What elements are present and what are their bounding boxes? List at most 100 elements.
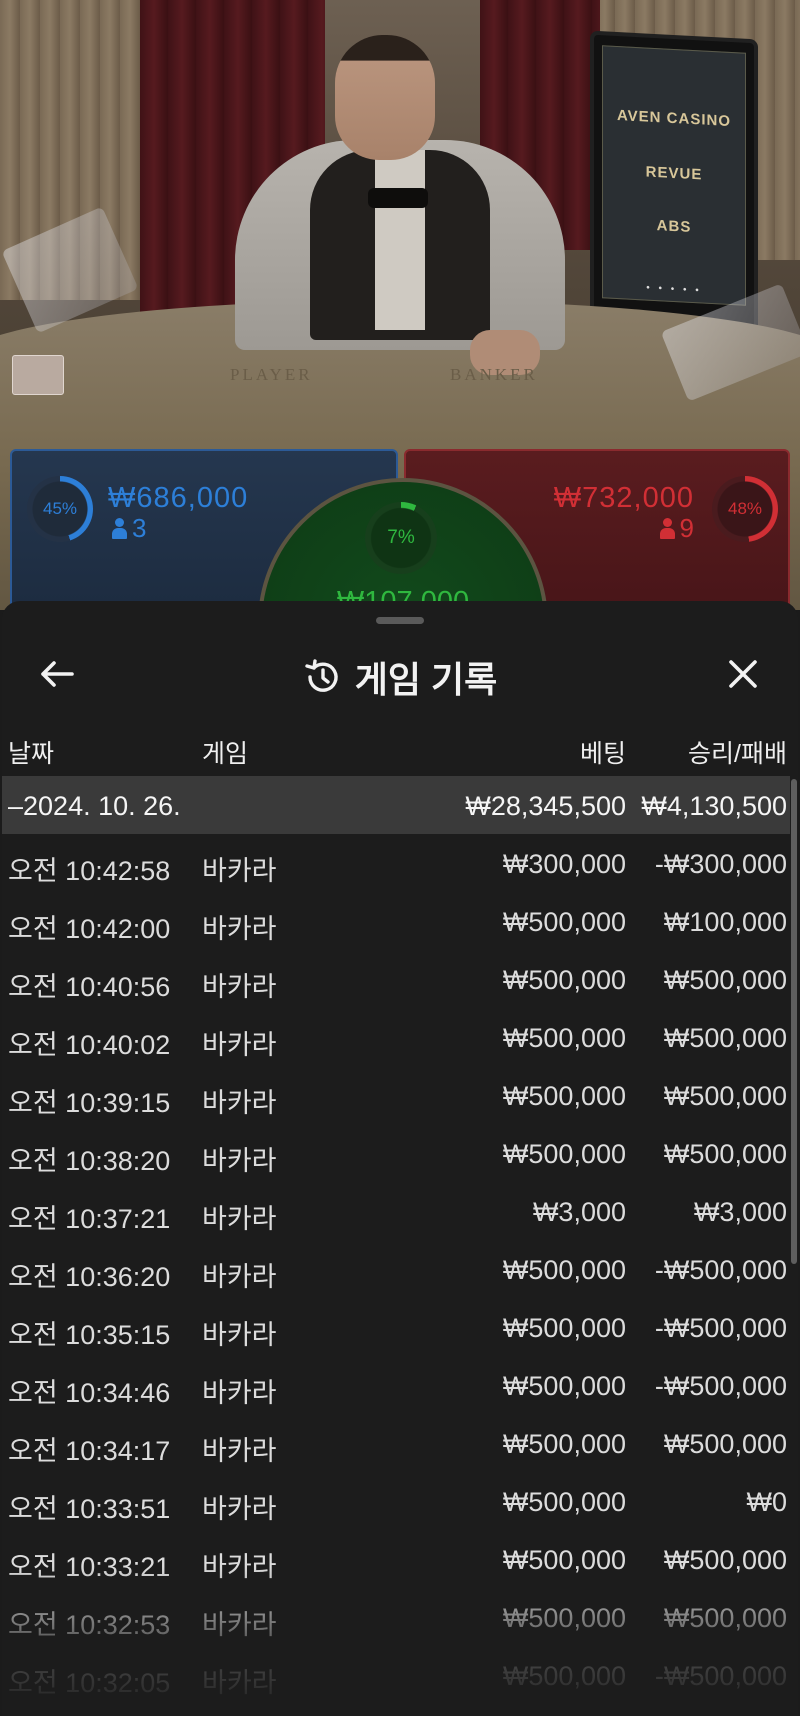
player-percent: 45% <box>42 499 78 518</box>
close-icon <box>729 660 757 688</box>
row-result: ₩0 <box>746 1487 788 1517</box>
history-row[interactable]: 오전 10:35:15 바카라 ₩500,000 -₩500,000 <box>2 1298 790 1356</box>
history-row[interactable]: 오전 10:42:00 바카라 ₩500,000 ₩100,000 <box>2 892 790 950</box>
tie-percent: 7% <box>387 527 415 548</box>
row-game: 바카라 <box>202 1146 277 1176</box>
history-row[interactable]: 오전 10:34:46 바카라 ₩500,000 -₩500,000 <box>2 1356 790 1414</box>
history-row[interactable]: 오전 10:40:56 바카라 ₩500,000 ₩500,000 <box>2 950 790 1008</box>
dealer-shirt <box>375 150 425 330</box>
row-game: 바카라 <box>202 1262 277 1292</box>
row-result: ₩500,000 <box>663 1429 787 1459</box>
history-row[interactable]: 오전 10:34:17 바카라 ₩500,000 ₩500,000 <box>2 1414 790 1472</box>
history-icon <box>305 659 338 692</box>
row-game: 바카라 <box>202 1204 277 1234</box>
row-result: ₩500,000 <box>663 1139 787 1169</box>
row-result: ₩500,000 <box>663 965 787 995</box>
history-row[interactable]: 오전 10:33:21 바카라 ₩500,000 ₩500,000 <box>2 1530 790 1588</box>
banker-percent-ring: 48% <box>712 476 778 542</box>
row-game: 바카라 <box>202 1610 277 1640</box>
scrollbar-thumb[interactable] <box>791 779 797 1264</box>
game-history-sheet: 게임 기록 날짜 게임 베팅 승리/패배 –2024. 10. 26. ₩28,… <box>2 601 798 1716</box>
row-result: -₩500,000 <box>654 1255 787 1285</box>
row-game: 바카라 <box>202 1378 277 1408</box>
row-time: 오전 10:39:15 <box>8 1088 171 1118</box>
row-game: 바카라 <box>202 1088 277 1118</box>
column-header-bet: 베팅 <box>579 740 626 768</box>
row-result: -₩300,000 <box>654 849 787 879</box>
player-percent-ring: 45% <box>27 476 93 542</box>
row-result: -₩500,000 <box>654 1661 787 1691</box>
row-result: ₩3,000 <box>693 1197 787 1227</box>
dealer-head <box>335 35 435 160</box>
row-time: 오전 10:38:20 <box>8 1146 171 1176</box>
player-bettor-count: 3 <box>112 513 146 544</box>
history-row[interactable]: 오전 10:32:53 바카라 ₩500,000 ₩500,000 <box>2 1588 790 1646</box>
player-bet-amount: ₩686,000 <box>108 482 249 514</box>
sheet-drag-handle[interactable] <box>376 617 424 624</box>
tie-percent-ring: 7% <box>365 502 437 574</box>
banker-bettor-count: 9 <box>659 513 694 544</box>
row-time: 오전 10:34:46 <box>8 1378 171 1408</box>
row-bet: ₩500,000 <box>502 1313 626 1343</box>
column-header-win-loss: 승리/패배 <box>688 740 787 768</box>
history-row[interactable]: 오전 10:37:21 바카라 ₩3,000 ₩3,000 <box>2 1182 790 1240</box>
row-bet: ₩500,000 <box>502 1545 626 1575</box>
sheet-header: 게임 기록 <box>2 641 798 705</box>
sheet-title-group: 게임 기록 <box>2 651 798 703</box>
studio-monitor: AVEN CASINO REVUE ABS • • • • • <box>590 30 758 333</box>
row-bet: ₩500,000 <box>502 1255 626 1285</box>
group-total-bet: ₩28,345,500 <box>465 791 626 821</box>
row-time: 오전 10:33:21 <box>8 1552 171 1582</box>
row-time: 오전 10:32:53 <box>8 1610 171 1640</box>
banker-bet-amount: ₩732,000 <box>553 482 694 514</box>
table-label-player: PLAYER <box>230 365 313 384</box>
monitor-logo-abs: ABS <box>656 217 692 236</box>
column-header-game: 게임 <box>202 740 249 768</box>
row-time: 오전 10:33:51 <box>8 1494 171 1524</box>
row-time: 오전 10:35:15 <box>8 1320 171 1350</box>
player-count-value: 3 <box>132 513 147 543</box>
row-result: ₩500,000 <box>663 1081 787 1111</box>
row-time: 오전 10:40:56 <box>8 972 171 1002</box>
monitor-logo-revue: REVUE <box>645 163 703 184</box>
row-bet: ₩500,000 <box>502 907 626 937</box>
banker-percent: 48% <box>727 499 763 518</box>
row-game: 바카라 <box>202 1436 277 1466</box>
column-header-date: 날짜 <box>8 740 55 768</box>
monitor-carousel-dots: • • • • • <box>646 282 702 297</box>
history-table[interactable]: –2024. 10. 26. ₩28,345,500 ₩4,130,500 오전… <box>2 776 798 1716</box>
row-bet: ₩500,000 <box>502 1023 626 1053</box>
history-row[interactable]: 오전 10:39:15 바카라 ₩500,000 ₩500,000 <box>2 1066 790 1124</box>
dealer-bowtie <box>368 188 428 208</box>
row-time: 오전 10:34:17 <box>8 1436 171 1466</box>
row-bet: ₩500,000 <box>502 1603 626 1633</box>
row-bet: ₩500,000 <box>502 1371 626 1401</box>
row-time: 오전 10:40:02 <box>8 1030 171 1060</box>
row-game: 바카라 <box>202 1668 277 1698</box>
group-total-win-loss: ₩4,130,500 <box>641 791 787 821</box>
close-button[interactable] <box>718 649 768 699</box>
card-deck <box>12 355 64 395</box>
history-row[interactable]: 오전 10:40:02 바카라 ₩500,000 ₩500,000 <box>2 1008 790 1066</box>
row-bet: ₩500,000 <box>502 1429 626 1459</box>
row-time: 오전 10:42:00 <box>8 914 171 944</box>
history-row[interactable]: 오전 10:42:58 바카라 ₩300,000 -₩300,000 <box>2 834 790 892</box>
row-bet: ₩500,000 <box>502 1139 626 1169</box>
row-game: 바카라 <box>202 856 277 886</box>
row-game: 바카라 <box>202 1320 277 1350</box>
history-row[interactable]: 오전 10:33:51 바카라 ₩500,000 ₩0 <box>2 1472 790 1530</box>
history-row[interactable]: 오전 10:32:05 바카라 ₩500,000 -₩500,000 <box>2 1646 790 1704</box>
row-game: 바카라 <box>202 914 277 944</box>
row-result: -₩500,000 <box>654 1371 787 1401</box>
row-result: ₩100,000 <box>663 907 787 937</box>
person-icon <box>659 517 675 540</box>
row-game: 바카라 <box>202 1030 277 1060</box>
history-row[interactable]: 오전 10:36:20 바카라 ₩500,000 -₩500,000 <box>2 1240 790 1298</box>
person-icon <box>112 517 127 540</box>
date-group-row[interactable]: –2024. 10. 26. ₩28,345,500 ₩4,130,500 <box>2 776 790 834</box>
history-row[interactable]: 오전 10:38:20 바카라 ₩500,000 ₩500,000 <box>2 1124 790 1182</box>
row-bet: ₩500,000 <box>502 1081 626 1111</box>
row-game: 바카라 <box>202 972 277 1002</box>
row-time: 오전 10:42:58 <box>8 856 171 886</box>
row-game: 바카라 <box>202 1494 277 1524</box>
